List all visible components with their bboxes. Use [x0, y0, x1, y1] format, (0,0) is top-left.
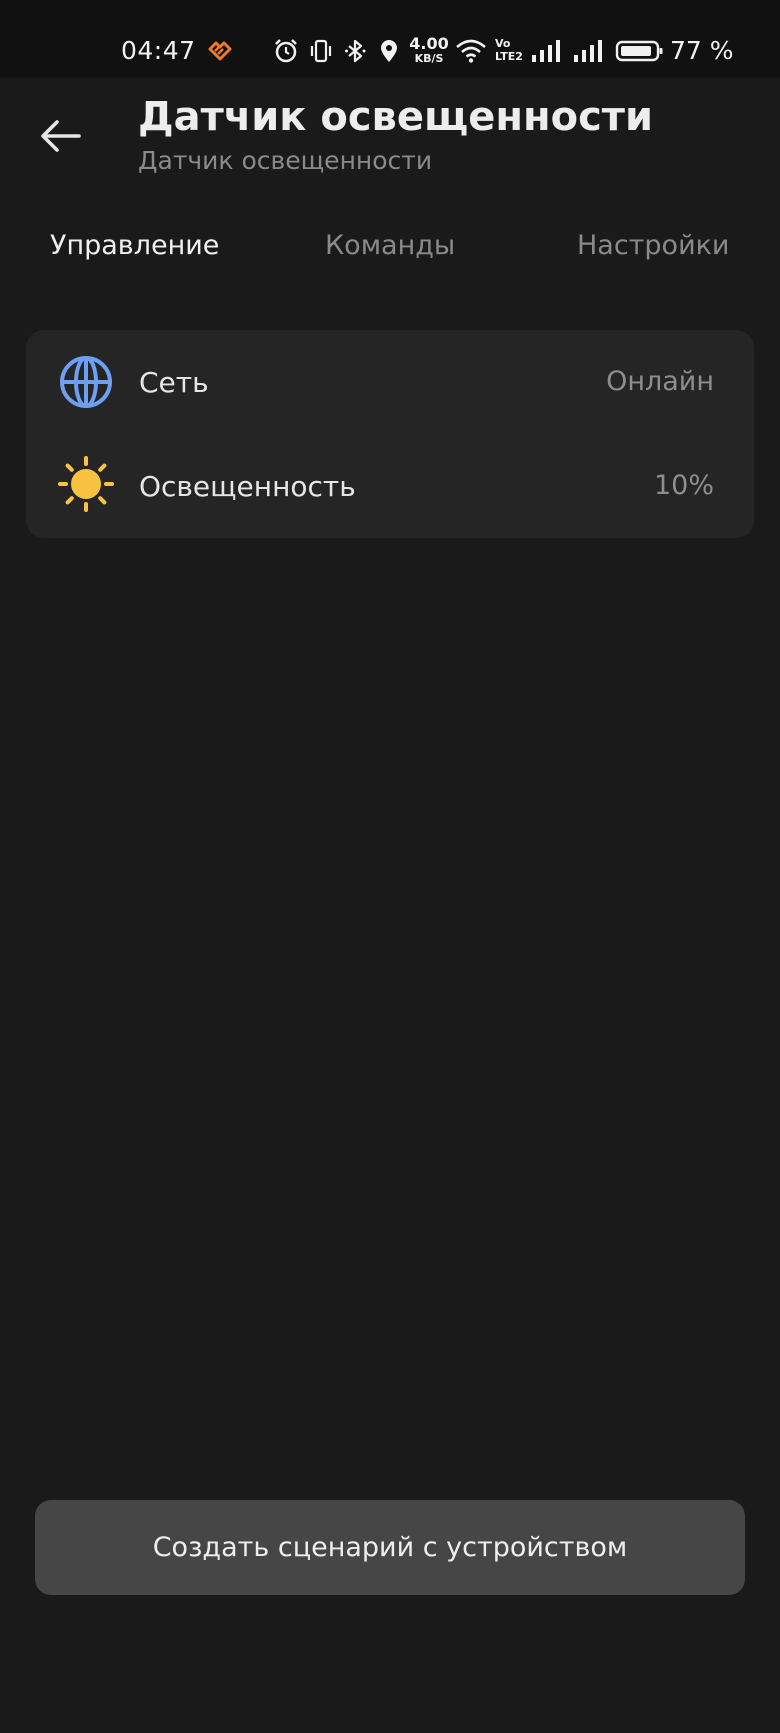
sun-icon	[58, 456, 114, 512]
page-subtitle: Датчик освещенности	[138, 146, 433, 175]
battery-icon	[615, 38, 665, 64]
back-button[interactable]	[30, 110, 90, 166]
status-bar: 04:47 4.00 KB/S Vo LTE2 77 %	[0, 0, 780, 78]
signal-icon	[573, 38, 605, 64]
property-label: Сеть	[139, 366, 209, 399]
volte-indicator: Vo LTE2	[495, 37, 523, 63]
battery-percent: 77 %	[670, 36, 734, 65]
property-row-illuminance[interactable]: Освещенность 10%	[26, 434, 754, 538]
property-row-network[interactable]: Сеть Онлайн	[26, 330, 754, 434]
property-label: Освещенность	[139, 470, 356, 503]
app-notification-icon	[207, 40, 233, 62]
arrow-left-icon	[38, 118, 82, 158]
tab-control[interactable]: Управление	[50, 230, 219, 261]
network-speed: 4.00 KB/S	[409, 34, 449, 65]
status-time: 04:47	[121, 36, 196, 65]
tab-settings[interactable]: Настройки	[577, 230, 729, 261]
location-icon	[378, 38, 400, 64]
vibrate-icon	[309, 38, 333, 64]
property-value: 10%	[653, 470, 714, 501]
globe-icon	[58, 354, 114, 410]
wifi-icon	[455, 38, 487, 64]
page-title: Датчик освещенности	[138, 94, 654, 140]
property-value: Онлайн	[606, 366, 714, 397]
signal-icon	[531, 38, 563, 64]
alarm-icon	[273, 38, 299, 64]
properties-card: Сеть Онлайн Освещенность 10%	[26, 330, 754, 538]
tab-commands[interactable]: Команды	[325, 230, 455, 261]
bluetooth-icon	[344, 38, 368, 64]
create-scenario-button[interactable]: Создать сценарий с устройством	[35, 1500, 745, 1595]
